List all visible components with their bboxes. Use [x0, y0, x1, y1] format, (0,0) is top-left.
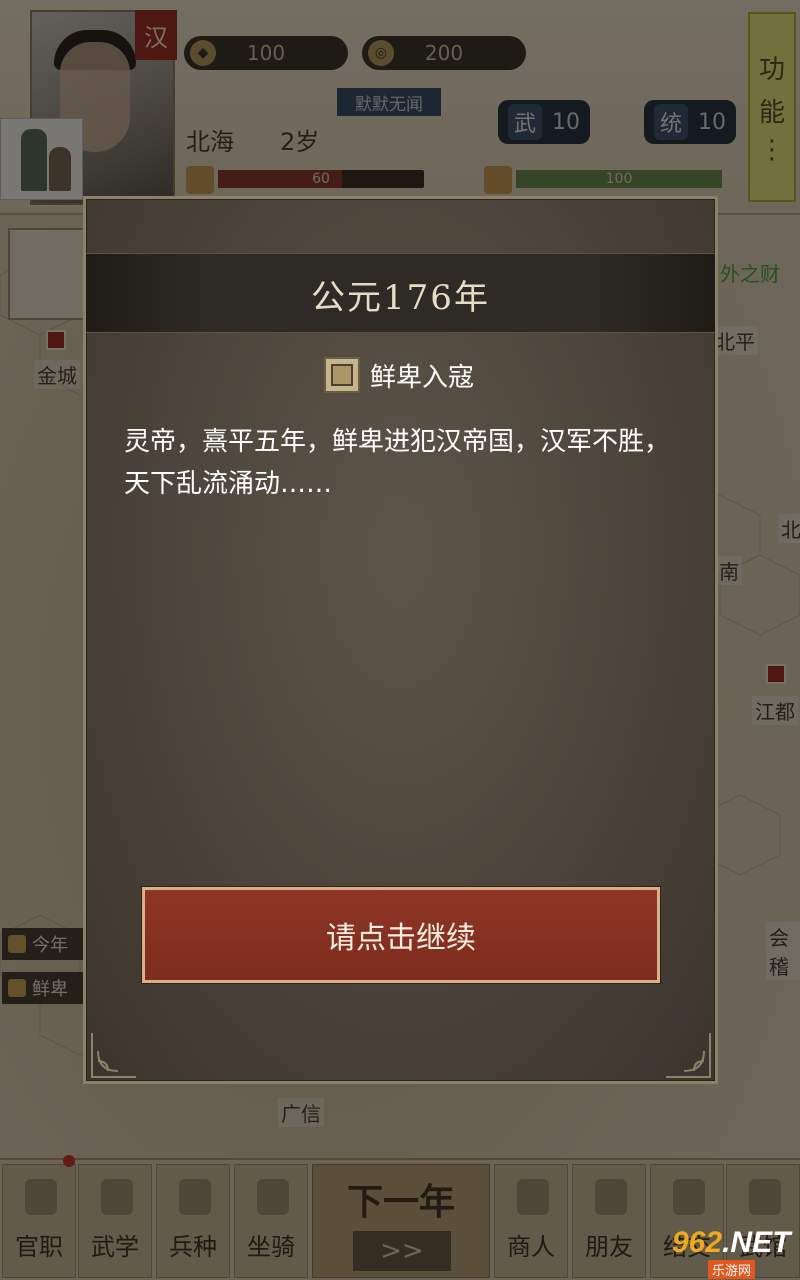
dialog-title: 公元176年	[311, 277, 490, 318]
site-watermark: 962.NET 乐游网	[668, 1226, 796, 1279]
scroll-icon	[324, 357, 360, 393]
watermark-logo: 962.NET	[672, 1226, 791, 1259]
event-description: 灵帝，熹平五年，鲜卑进犯汉帝国，汉军不胜，天下乱流涌动……	[124, 427, 671, 499]
corner-ornament-icon	[666, 1033, 711, 1078]
event-name: 鲜卑入寇	[370, 362, 475, 393]
event-heading: 鲜卑入寇	[324, 355, 474, 395]
event-dialog: 公元176年 鲜卑入寇 灵帝，熹平五年，鲜卑进犯汉帝国，汉军不胜，天下乱流涌动……	[83, 196, 718, 1084]
corner-ornament-icon	[91, 1033, 136, 1078]
watermark-subtitle: 乐游网	[708, 1260, 756, 1279]
dialog-header: 公元176年	[86, 253, 715, 333]
continue-button[interactable]: 请点击继续	[141, 886, 661, 984]
